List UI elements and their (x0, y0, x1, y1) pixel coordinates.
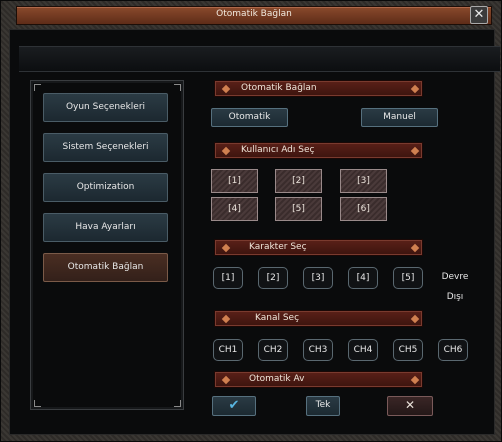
sidebar-item-system-options[interactable]: Sistem Seçenekleri (43, 133, 168, 162)
channel-1[interactable]: CH1 (213, 339, 243, 361)
user-slot-2[interactable]: [2] (275, 169, 322, 193)
sidebar-item-label: Oyun Seçenekleri (65, 102, 146, 112)
sidebar-panel (30, 80, 184, 410)
close-icon: ✕ (473, 7, 485, 22)
diamond-icon (410, 375, 420, 385)
character-slot-2[interactable]: [2] (258, 267, 288, 289)
diamond-icon (410, 146, 420, 156)
section-title: Kullanıcı Adı Seç (241, 145, 315, 155)
sidebar-item-label: Sistem Seçenekleri (62, 142, 149, 152)
user-slot-4[interactable]: [4] (211, 197, 258, 221)
close-icon: ✕ (404, 398, 416, 412)
character-slot-1[interactable]: [1] (213, 267, 243, 289)
character-slot-5[interactable]: [5] (393, 267, 423, 289)
user-slot-5[interactable]: [5] (275, 197, 322, 221)
corner-ornament (34, 400, 41, 407)
section-auto-connect: Otomatik Bağlan (214, 80, 423, 97)
sidebar-item-label: Otomatik Bağlan (67, 262, 144, 272)
sidebar-item-label: Optimization (76, 182, 135, 192)
checkmark-icon: ✔ (228, 398, 240, 413)
diamond-icon (410, 314, 420, 324)
channel-4[interactable]: CH4 (348, 339, 378, 361)
section-title: Karakter Seç (249, 242, 307, 252)
character-slot-4[interactable]: [4] (348, 267, 378, 289)
channel-5[interactable]: CH5 (393, 339, 423, 361)
automatic-button[interactable]: Otomatik (211, 108, 288, 127)
diamond-icon (221, 84, 231, 94)
user-slot-1[interactable]: [1] (211, 169, 258, 193)
character-disabled-option[interactable]: Devre Dışı (438, 267, 472, 302)
diamond-icon (221, 243, 231, 253)
character-slot-3[interactable]: [3] (303, 267, 333, 289)
sidebar-item-weather[interactable]: Hava Ayarları (43, 213, 168, 242)
user-slot-6[interactable]: [6] (340, 197, 387, 221)
sidebar-item-optimization[interactable]: Optimization (43, 173, 168, 202)
corner-ornament (174, 84, 181, 91)
section-auto-hunt: Otomatik Av (214, 371, 423, 388)
section-character-select: Karakter Seç (214, 239, 423, 256)
corner-ornament (174, 400, 181, 407)
sidebar-item-game-options[interactable]: Oyun Seçenekleri (43, 93, 168, 122)
diamond-icon (410, 84, 420, 94)
diamond-icon (221, 314, 231, 324)
confirm-button[interactable]: ✔ (212, 396, 256, 416)
diamond-icon (410, 243, 420, 253)
sidebar-item-label: Hava Ayarları (75, 222, 136, 232)
close-button[interactable]: ✕ (470, 6, 488, 24)
section-channel-select: Kanal Seç (214, 310, 423, 327)
diamond-icon (221, 375, 231, 385)
sidebar-item-auto-connect[interactable]: Otomatik Bağlan (43, 253, 168, 282)
corner-ornament (34, 84, 41, 91)
section-title: Kanal Seç (255, 313, 300, 323)
cancel-button[interactable]: ✕ (387, 396, 433, 416)
diamond-icon (221, 146, 231, 156)
window-title: Otomatik Bağlan (216, 9, 292, 19)
manual-button[interactable]: Manuel (361, 108, 438, 127)
channel-2[interactable]: CH2 (258, 339, 288, 361)
header-strip (19, 46, 500, 72)
section-user-select: Kullanıcı Adı Seç (214, 142, 423, 159)
channel-6[interactable]: CH6 (438, 339, 468, 361)
title-bar[interactable]: Otomatik Bağlan (16, 6, 492, 25)
user-slot-3[interactable]: [3] (340, 169, 387, 193)
section-title: Otomatik Av (249, 374, 305, 384)
channel-3[interactable]: CH3 (303, 339, 333, 361)
single-button[interactable]: Tek (306, 396, 340, 416)
section-title: Otomatik Bağlan (241, 83, 317, 93)
